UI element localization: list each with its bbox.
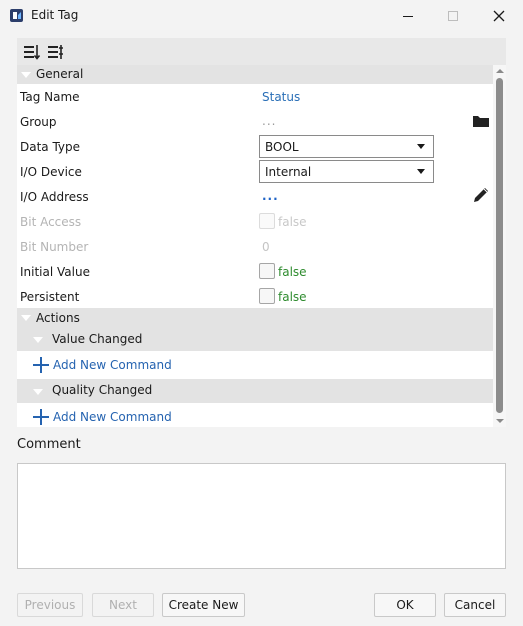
property-grid: General Tag Name Status Group ... Data T… bbox=[17, 65, 493, 427]
chevron-down-icon bbox=[417, 169, 425, 174]
minimize-button[interactable] bbox=[385, 0, 431, 32]
io-address-value[interactable]: ... bbox=[262, 189, 279, 203]
group-value[interactable]: ... bbox=[262, 114, 276, 128]
close-icon bbox=[493, 10, 505, 22]
subcategory-quality-changed[interactable]: Quality Changed bbox=[17, 379, 493, 403]
window-title: Edit Tag bbox=[31, 8, 79, 22]
chevron-down-icon bbox=[417, 144, 425, 149]
cancel-button[interactable]: Cancel bbox=[444, 593, 506, 617]
subcategory-label: Quality Changed bbox=[52, 383, 153, 397]
tag-name-label: Tag Name bbox=[20, 90, 80, 104]
io-device-selected-value: Internal bbox=[265, 165, 312, 179]
bit-number-label: Bit Number bbox=[20, 240, 89, 254]
ok-button[interactable]: OK bbox=[374, 593, 436, 617]
categorize-list-icon[interactable] bbox=[47, 43, 65, 61]
collapse-arrow-icon[interactable] bbox=[33, 337, 43, 343]
collapse-arrow-icon[interactable] bbox=[21, 72, 31, 78]
initial-value-label: Initial Value bbox=[20, 265, 90, 279]
create-new-button[interactable]: Create New bbox=[162, 593, 245, 617]
sort-list-icon[interactable] bbox=[23, 43, 41, 61]
title-bar: Edit Tag bbox=[0, 0, 523, 32]
data-type-select[interactable]: BOOL bbox=[259, 135, 434, 158]
comment-label: Comment bbox=[17, 437, 81, 452]
persistent-label: Persistent bbox=[20, 290, 80, 304]
property-grid-toolbar bbox=[17, 38, 506, 65]
add-new-command-quality-changed[interactable]: Add New Command bbox=[33, 408, 172, 426]
maximize-button bbox=[430, 0, 476, 32]
io-address-label: I/O Address bbox=[20, 190, 89, 204]
io-device-label: I/O Device bbox=[20, 165, 82, 179]
category-general[interactable]: General bbox=[17, 65, 493, 84]
add-new-command-label: Add New Command bbox=[53, 358, 172, 372]
initial-value-value: false bbox=[278, 265, 307, 279]
pencil-icon[interactable] bbox=[472, 186, 490, 204]
comment-textarea[interactable] bbox=[17, 463, 506, 569]
persistent-checkbox[interactable] bbox=[259, 288, 275, 304]
category-label: Actions bbox=[36, 311, 80, 325]
data-type-label: Data Type bbox=[20, 140, 81, 154]
category-actions[interactable]: Actions bbox=[17, 308, 493, 328]
bit-access-value: false bbox=[278, 215, 307, 229]
io-device-select[interactable]: Internal bbox=[259, 160, 434, 183]
collapse-arrow-icon[interactable] bbox=[21, 315, 31, 321]
maximize-icon bbox=[448, 11, 458, 21]
plus-icon bbox=[33, 357, 49, 373]
collapse-arrow-icon[interactable] bbox=[33, 389, 43, 395]
add-new-command-label: Add New Command bbox=[53, 410, 172, 424]
minimize-icon bbox=[403, 15, 413, 17]
scroll-up-icon[interactable] bbox=[496, 69, 504, 73]
add-new-command-value-changed[interactable]: Add New Command bbox=[33, 356, 172, 374]
bit-access-label: Bit Access bbox=[20, 215, 82, 229]
close-button[interactable] bbox=[476, 0, 522, 32]
previous-button: Previous bbox=[17, 593, 83, 617]
next-button: Next bbox=[92, 593, 154, 617]
persistent-value: false bbox=[278, 290, 307, 304]
bit-number-value: 0 bbox=[262, 240, 270, 254]
folder-icon[interactable] bbox=[472, 112, 490, 130]
subcategory-value-changed[interactable]: Value Changed bbox=[17, 328, 493, 351]
initial-value-checkbox[interactable] bbox=[259, 263, 275, 279]
subcategory-label: Value Changed bbox=[52, 332, 143, 346]
scroll-down-icon[interactable] bbox=[496, 419, 504, 423]
tag-app-icon bbox=[10, 9, 23, 22]
plus-icon bbox=[33, 409, 49, 425]
data-type-selected-value: BOOL bbox=[265, 140, 299, 154]
property-grid-scrollbar[interactable] bbox=[493, 65, 506, 427]
group-label: Group bbox=[20, 115, 57, 129]
tag-name-value[interactable]: Status bbox=[262, 90, 300, 104]
bit-access-checkbox bbox=[259, 213, 275, 229]
category-label: General bbox=[36, 67, 84, 81]
scrollbar-thumb[interactable] bbox=[496, 78, 503, 413]
